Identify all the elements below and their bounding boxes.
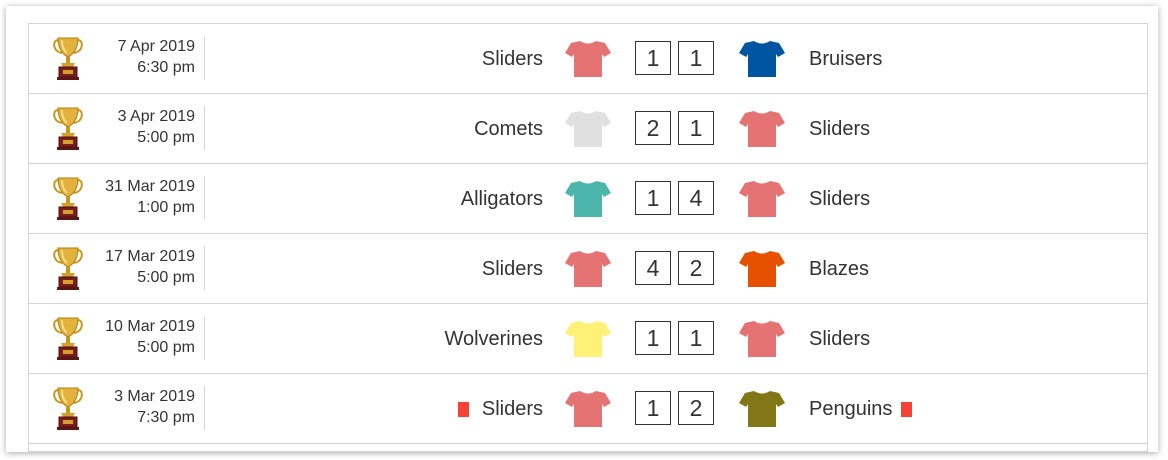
- away-score: 1: [678, 111, 714, 145]
- home-score: 2: [635, 111, 671, 145]
- shirt-icon: [565, 320, 611, 358]
- away-team[interactable]: Sliders: [809, 328, 870, 351]
- home-score: 1: [635, 391, 671, 425]
- match-time: 5:00 pm: [137, 269, 195, 286]
- match-date: 17 Mar 2019: [105, 248, 195, 265]
- shirt-icon: [739, 180, 785, 218]
- shirt-icon: [739, 250, 785, 288]
- home-team[interactable]: Wolverines: [444, 328, 543, 351]
- fixtures-panel: 7 Apr 2019 6:30 pm Sliders 1 1 Bruisers …: [6, 6, 1158, 452]
- home-team[interactable]: Comets: [474, 118, 543, 141]
- trophy-icon: [53, 176, 83, 220]
- match-datetime: 3 Apr 2019 5:00 pm: [91, 106, 195, 148]
- match-row[interactable]: 7 Apr 2019 6:30 pm Sliders 1 1 Bruisers: [29, 24, 1147, 94]
- match-datetime: 31 Mar 2019 1:00 pm: [91, 176, 195, 218]
- home-score: 1: [635, 321, 671, 355]
- shirt-icon: [739, 110, 785, 148]
- match-date: 7 Apr 2019: [117, 38, 195, 55]
- away-team[interactable]: Sliders: [809, 188, 870, 211]
- away-team-name: Penguins: [809, 398, 893, 420]
- home-team-name: Alligators: [460, 188, 543, 210]
- divider: [204, 36, 205, 80]
- away-score: 2: [678, 251, 714, 285]
- trophy-icon: [53, 106, 83, 150]
- match-date: 3 Mar 2019: [114, 388, 195, 405]
- match-datetime: 7 Apr 2019 6:30 pm: [91, 36, 195, 78]
- home-team[interactable]: Sliders: [482, 258, 543, 281]
- match-date: 31 Mar 2019: [105, 178, 195, 195]
- match-row[interactable]: 3 Apr 2019 5:00 pm Comets 2 1 Sliders: [29, 94, 1147, 164]
- home-score: 4: [635, 251, 671, 285]
- shirt-icon: [565, 40, 611, 78]
- divider: [204, 106, 205, 150]
- home-team-name: Comets: [474, 118, 543, 140]
- divider: [204, 176, 205, 220]
- match-datetime: 3 Mar 2019 7:30 pm: [91, 386, 195, 428]
- match-date: 3 Apr 2019: [117, 108, 195, 125]
- red-card-icon: [457, 402, 469, 417]
- trophy-icon: [53, 246, 83, 290]
- home-team[interactable]: Alligators: [461, 188, 543, 211]
- away-score: 2: [678, 391, 714, 425]
- divider: [204, 386, 205, 430]
- shirt-icon: [565, 180, 611, 218]
- trophy-icon: [53, 36, 83, 80]
- match-row[interactable]: 3 Mar 2019 7:30 pm Sliders 1 2 Penguins: [29, 374, 1147, 444]
- home-score: 1: [635, 41, 671, 75]
- shirt-icon: [565, 250, 611, 288]
- home-score: 1: [635, 181, 671, 215]
- match-time: 5:00 pm: [137, 339, 195, 356]
- away-score: 1: [678, 41, 714, 75]
- match-datetime: 10 Mar 2019 5:00 pm: [91, 316, 195, 358]
- match-row: [29, 444, 1147, 452]
- away-team-name: Bruisers: [809, 48, 883, 70]
- shirt-icon: [739, 390, 785, 428]
- match-time: 5:00 pm: [137, 129, 195, 146]
- away-team[interactable]: Bruisers: [809, 48, 882, 71]
- away-team-name: Blazes: [809, 258, 870, 280]
- away-team[interactable]: Sliders: [809, 118, 870, 141]
- match-list: 7 Apr 2019 6:30 pm Sliders 1 1 Bruisers …: [28, 23, 1148, 452]
- away-score: 4: [678, 181, 714, 215]
- match-time: 1:00 pm: [137, 199, 195, 216]
- divider: [204, 246, 205, 290]
- match-time: 6:30 pm: [137, 59, 195, 76]
- match-row[interactable]: 31 Mar 2019 1:00 pm Alligators 1 4 Slide…: [29, 164, 1147, 234]
- home-team-name: Wolverines: [444, 328, 543, 350]
- divider: [204, 316, 205, 360]
- home-team-name: Sliders: [481, 48, 543, 70]
- away-team[interactable]: Penguins: [809, 398, 913, 421]
- match-date: 10 Mar 2019: [105, 318, 195, 335]
- away-team[interactable]: Blazes: [809, 258, 869, 281]
- shirt-icon: [565, 110, 611, 148]
- match-datetime: 17 Mar 2019 5:00 pm: [91, 246, 195, 288]
- away-score: 1: [678, 321, 714, 355]
- away-team-name: Sliders: [809, 118, 871, 140]
- red-card-icon: [901, 402, 913, 417]
- shirt-icon: [739, 40, 785, 78]
- match-time: 7:30 pm: [137, 409, 195, 426]
- home-team-name: Sliders: [481, 398, 543, 420]
- shirt-icon: [565, 390, 611, 428]
- trophy-icon: [53, 386, 83, 430]
- trophy-icon: [53, 316, 83, 360]
- match-row[interactable]: 10 Mar 2019 5:00 pm Wolverines 1 1 Slide…: [29, 304, 1147, 374]
- away-team-name: Sliders: [809, 188, 871, 210]
- shirt-icon: [739, 320, 785, 358]
- away-team-name: Sliders: [809, 328, 871, 350]
- home-team[interactable]: Sliders: [482, 48, 543, 71]
- home-team[interactable]: Sliders: [457, 398, 543, 421]
- match-row[interactable]: 17 Mar 2019 5:00 pm Sliders 4 2 Blazes: [29, 234, 1147, 304]
- home-team-name: Sliders: [481, 258, 543, 280]
